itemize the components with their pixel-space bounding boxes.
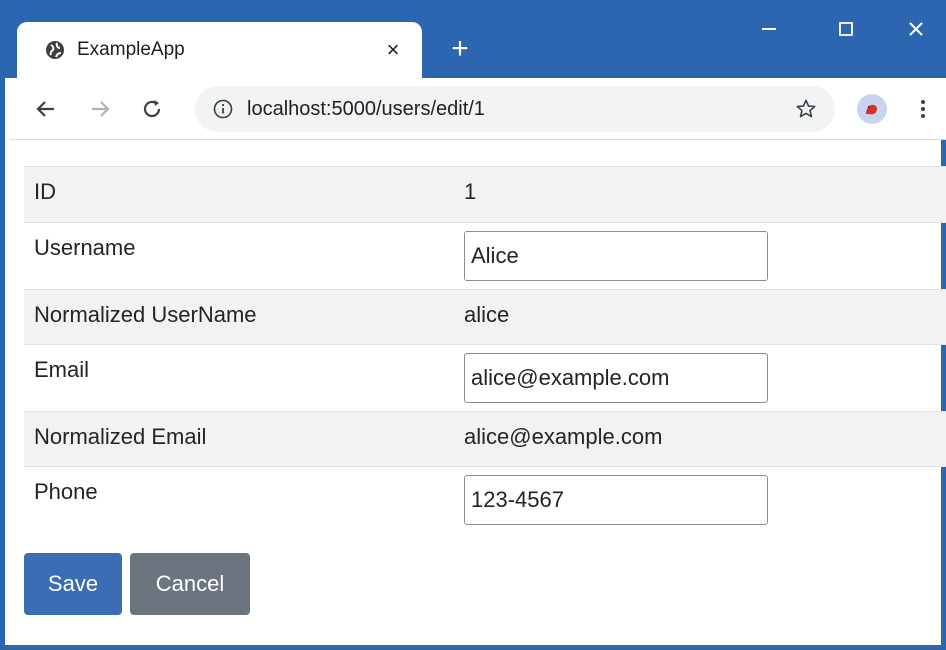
maximize-icon[interactable]	[826, 14, 866, 44]
id-value: 1	[464, 179, 477, 204]
browser-tab[interactable]: ExampleApp ×	[17, 22, 422, 78]
phone-input[interactable]	[464, 475, 768, 525]
bookmark-star-icon[interactable]	[793, 96, 819, 122]
tab-title: ExampleApp	[77, 39, 185, 60]
username-input[interactable]	[464, 231, 768, 281]
id-label: ID	[34, 179, 56, 204]
table-row-id: ID 1	[24, 166, 946, 223]
more-menu-icon[interactable]	[908, 94, 938, 124]
info-icon[interactable]	[213, 99, 233, 119]
title-bar: ExampleApp × +	[5, 0, 946, 78]
table-row-email: Email	[24, 344, 946, 412]
back-icon[interactable]	[28, 91, 64, 127]
table-row-phone: Phone	[24, 466, 946, 534]
table-row-normalized-email: Normalized Email alice@example.com	[24, 411, 946, 467]
username-cell	[454, 223, 946, 290]
forward-icon[interactable]	[82, 91, 118, 127]
browser-toolbar: localhost:5000/users/edit/1	[10, 78, 946, 140]
user-edit-table: ID 1 Username Normalized UserName alice …	[24, 166, 946, 533]
address-bar[interactable]: localhost:5000/users/edit/1	[195, 86, 835, 132]
email-label: Email	[34, 357, 90, 382]
close-window-icon[interactable]	[896, 14, 936, 44]
username-label: Username	[34, 235, 136, 260]
table-row-normalized-username: Normalized UserName alice	[24, 289, 946, 345]
reload-icon[interactable]	[134, 91, 170, 127]
browser-window: ExampleApp × + localhost:5000/users/edit	[0, 0, 946, 650]
normalized-username-value: alice	[464, 302, 510, 327]
phone-cell	[454, 467, 946, 534]
email-input[interactable]	[464, 353, 768, 403]
minimize-icon[interactable]	[749, 14, 789, 44]
globe-icon	[45, 40, 65, 60]
normalized-email-value: alice@example.com	[464, 424, 663, 449]
email-cell	[454, 345, 946, 412]
url-text: localhost:5000/users/edit/1	[247, 97, 485, 120]
table-row-username: Username	[24, 222, 946, 290]
normalized-email-label: Normalized Email	[34, 424, 207, 449]
save-button[interactable]: Save	[24, 553, 122, 615]
new-tab-button[interactable]: +	[445, 34, 475, 64]
phone-label: Phone	[34, 479, 98, 504]
normalized-username-label: Normalized UserName	[34, 302, 257, 327]
cancel-button[interactable]: Cancel	[130, 553, 250, 615]
profile-avatar-icon[interactable]	[857, 94, 887, 124]
tab-close-icon[interactable]: ×	[380, 37, 406, 63]
